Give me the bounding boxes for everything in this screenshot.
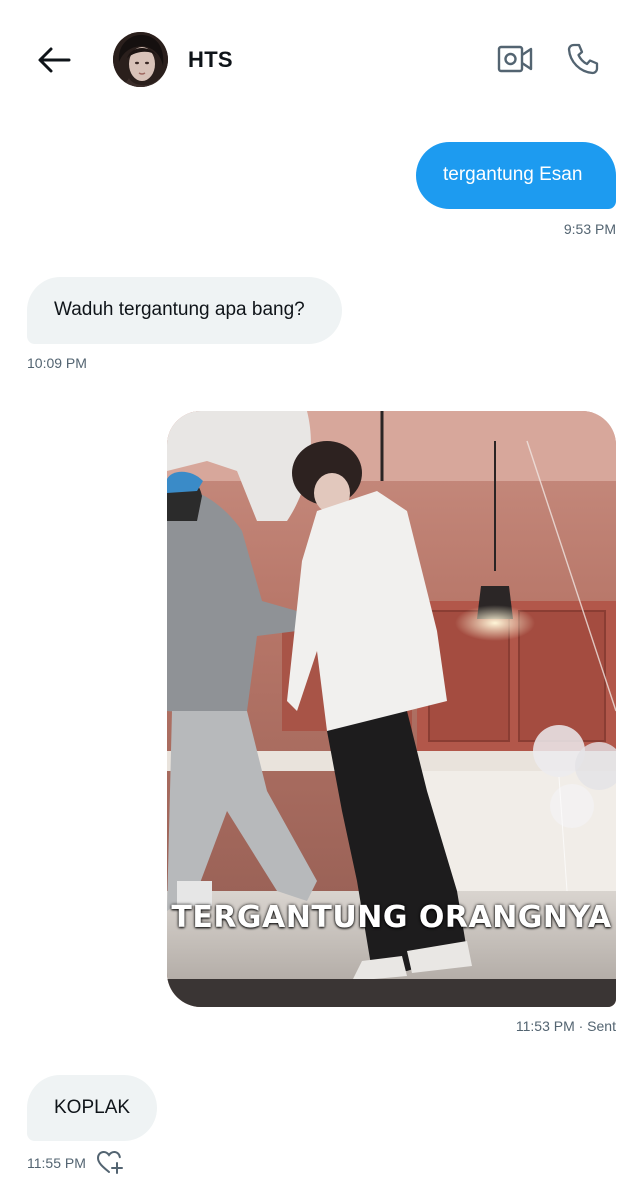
phone-icon [567,43,599,75]
message-bubble-received[interactable]: KOPLAK [27,1075,157,1141]
back-button[interactable] [32,40,76,80]
meme-caption: TERGANTUNG ORANGNYA [171,900,612,935]
message-bubble-sent[interactable]: tergantung Esan [416,142,616,209]
message-timestamp: 11:55 PM [27,1155,86,1171]
video-call-button[interactable] [494,38,536,80]
video-camera-icon [497,45,533,73]
add-reaction-button[interactable] [96,1150,124,1176]
avatar[interactable] [113,32,168,87]
heart-add-icon [96,1150,123,1174]
message-timestamp: 10:09 PM [27,355,87,371]
conversation-header: HTS [0,0,643,118]
message-bubble-received[interactable]: Waduh tergantung apa bang? [27,277,342,344]
contact-name[interactable]: HTS [188,47,233,73]
voice-call-button[interactable] [562,38,604,80]
message-image-sent[interactable]: TERGANTUNG ORANGNYA [167,411,616,1007]
arrow-left-icon [38,47,71,73]
message-status: 11:53 PM · Sent [515,1018,616,1034]
message-timestamp: 9:53 PM [563,221,616,237]
